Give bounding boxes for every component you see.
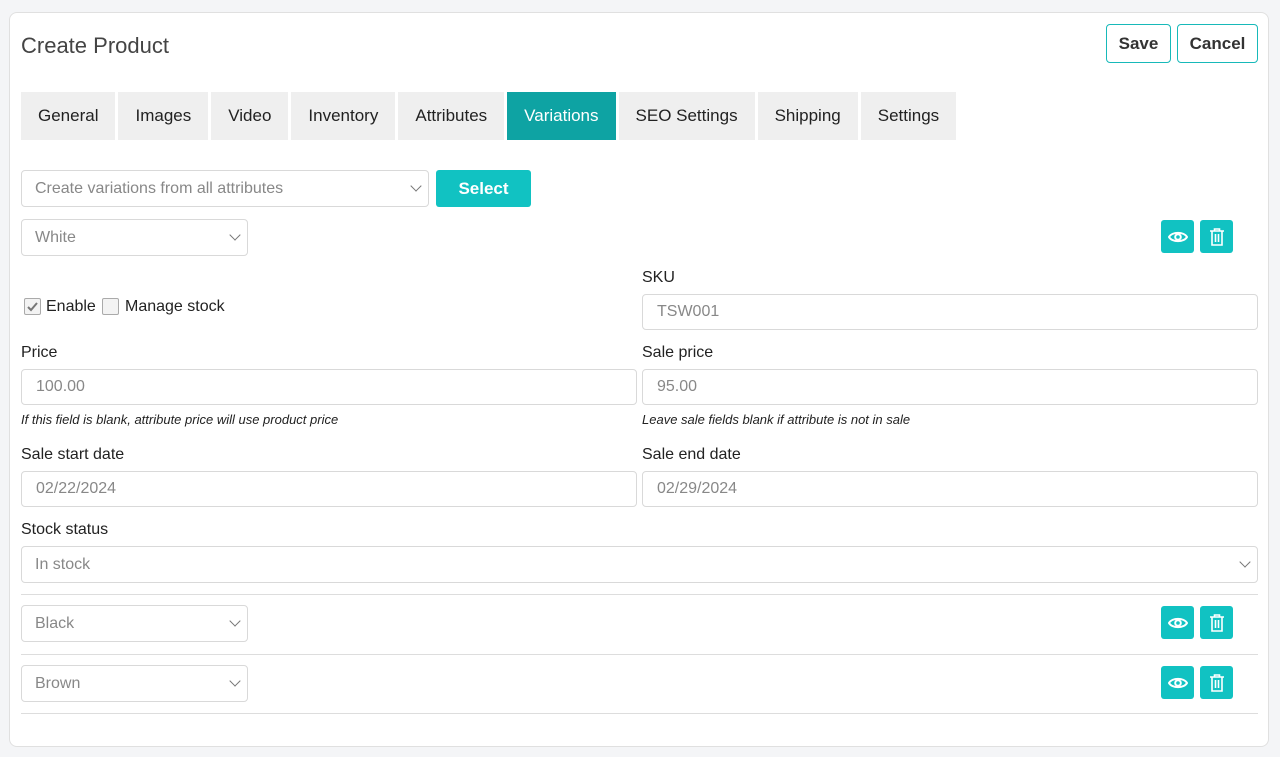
tab-variations[interactable]: Variations xyxy=(507,92,616,140)
price-label: Price xyxy=(21,344,58,361)
chevron-down-icon xyxy=(229,229,241,241)
trash-icon xyxy=(1209,673,1224,692)
save-button[interactable]: Save xyxy=(1106,24,1171,63)
product-form-card: Create Product Save Cancel General Image… xyxy=(9,12,1269,747)
sku-input[interactable]: TSW001 xyxy=(642,294,1258,330)
view-variation-button[interactable] xyxy=(1161,666,1194,699)
divider xyxy=(21,713,1258,714)
sale-price-label: Sale price xyxy=(642,344,714,361)
trash-icon xyxy=(1209,227,1224,246)
price-hint: If this field is blank, attribute price … xyxy=(21,412,339,427)
tab-seo-settings[interactable]: SEO Settings xyxy=(618,92,755,140)
stock-status-label: Stock status xyxy=(21,521,109,538)
sale-start-label: Sale start date xyxy=(21,446,125,463)
sale-end-input[interactable]: 02/29/2024 xyxy=(642,471,1258,507)
sale-price-input[interactable]: 95.00 xyxy=(642,369,1258,405)
variation-black-select[interactable]: Black xyxy=(21,605,248,642)
tab-general[interactable]: General xyxy=(21,92,116,140)
eye-icon xyxy=(1167,617,1188,628)
variation-name: White xyxy=(35,228,76,246)
variation-white-select[interactable]: White xyxy=(21,219,248,256)
sale-start-input[interactable]: 02/22/2024 xyxy=(21,471,637,507)
sale-end-value: 02/29/2024 xyxy=(657,480,738,497)
manage-stock-checkbox[interactable] xyxy=(102,298,119,315)
delete-variation-button[interactable] xyxy=(1200,220,1233,253)
price-input[interactable]: 100.00 xyxy=(21,369,637,405)
create-variations-placeholder: Create variations from all attributes xyxy=(35,179,284,197)
tab-video[interactable]: Video xyxy=(211,92,289,140)
divider xyxy=(21,654,1258,655)
eye-icon xyxy=(1167,231,1188,242)
enable-label: Enable xyxy=(46,298,96,315)
tab-settings[interactable]: Settings xyxy=(860,92,957,140)
variation-brown-select[interactable]: Brown xyxy=(21,665,248,702)
tab-inventory[interactable]: Inventory xyxy=(291,92,396,140)
eye-icon xyxy=(1167,677,1188,688)
tab-attributes[interactable]: Attributes xyxy=(398,92,505,140)
create-variations-select[interactable]: Create variations from all attributes xyxy=(21,170,429,207)
trash-icon xyxy=(1209,613,1224,632)
tab-bar: General Images Video Inventory Attribute… xyxy=(21,92,959,140)
divider xyxy=(21,594,1258,595)
enable-checkbox[interactable] xyxy=(24,298,41,315)
sale-price-value: 95.00 xyxy=(657,378,698,395)
stock-status-select[interactable]: In stock xyxy=(21,546,1258,583)
sku-label: SKU xyxy=(642,269,675,286)
select-button[interactable]: Select xyxy=(436,170,531,207)
chevron-down-icon xyxy=(229,675,241,687)
tab-shipping[interactable]: Shipping xyxy=(757,92,858,140)
sale-start-value: 02/22/2024 xyxy=(36,480,117,497)
variation-name: Black xyxy=(35,614,75,632)
page-title: Create Product xyxy=(21,33,169,58)
checkmark-icon xyxy=(27,302,38,312)
stock-status-value: In stock xyxy=(35,555,91,573)
manage-stock-label: Manage stock xyxy=(125,298,225,315)
delete-variation-button[interactable] xyxy=(1200,606,1233,639)
cancel-button[interactable]: Cancel xyxy=(1177,24,1258,63)
price-value: 100.00 xyxy=(36,378,85,395)
sale-end-label: Sale end date xyxy=(642,446,741,463)
sale-hint: Leave sale fields blank if attribute is … xyxy=(642,412,911,427)
chevron-down-icon xyxy=(1239,556,1251,568)
sku-value: TSW001 xyxy=(657,303,720,320)
tab-images[interactable]: Images xyxy=(118,92,209,140)
chevron-down-icon xyxy=(410,180,422,192)
view-variation-button[interactable] xyxy=(1161,220,1194,253)
chevron-down-icon xyxy=(229,615,241,627)
variation-name: Brown xyxy=(35,674,81,692)
view-variation-button[interactable] xyxy=(1161,606,1194,639)
delete-variation-button[interactable] xyxy=(1200,666,1233,699)
